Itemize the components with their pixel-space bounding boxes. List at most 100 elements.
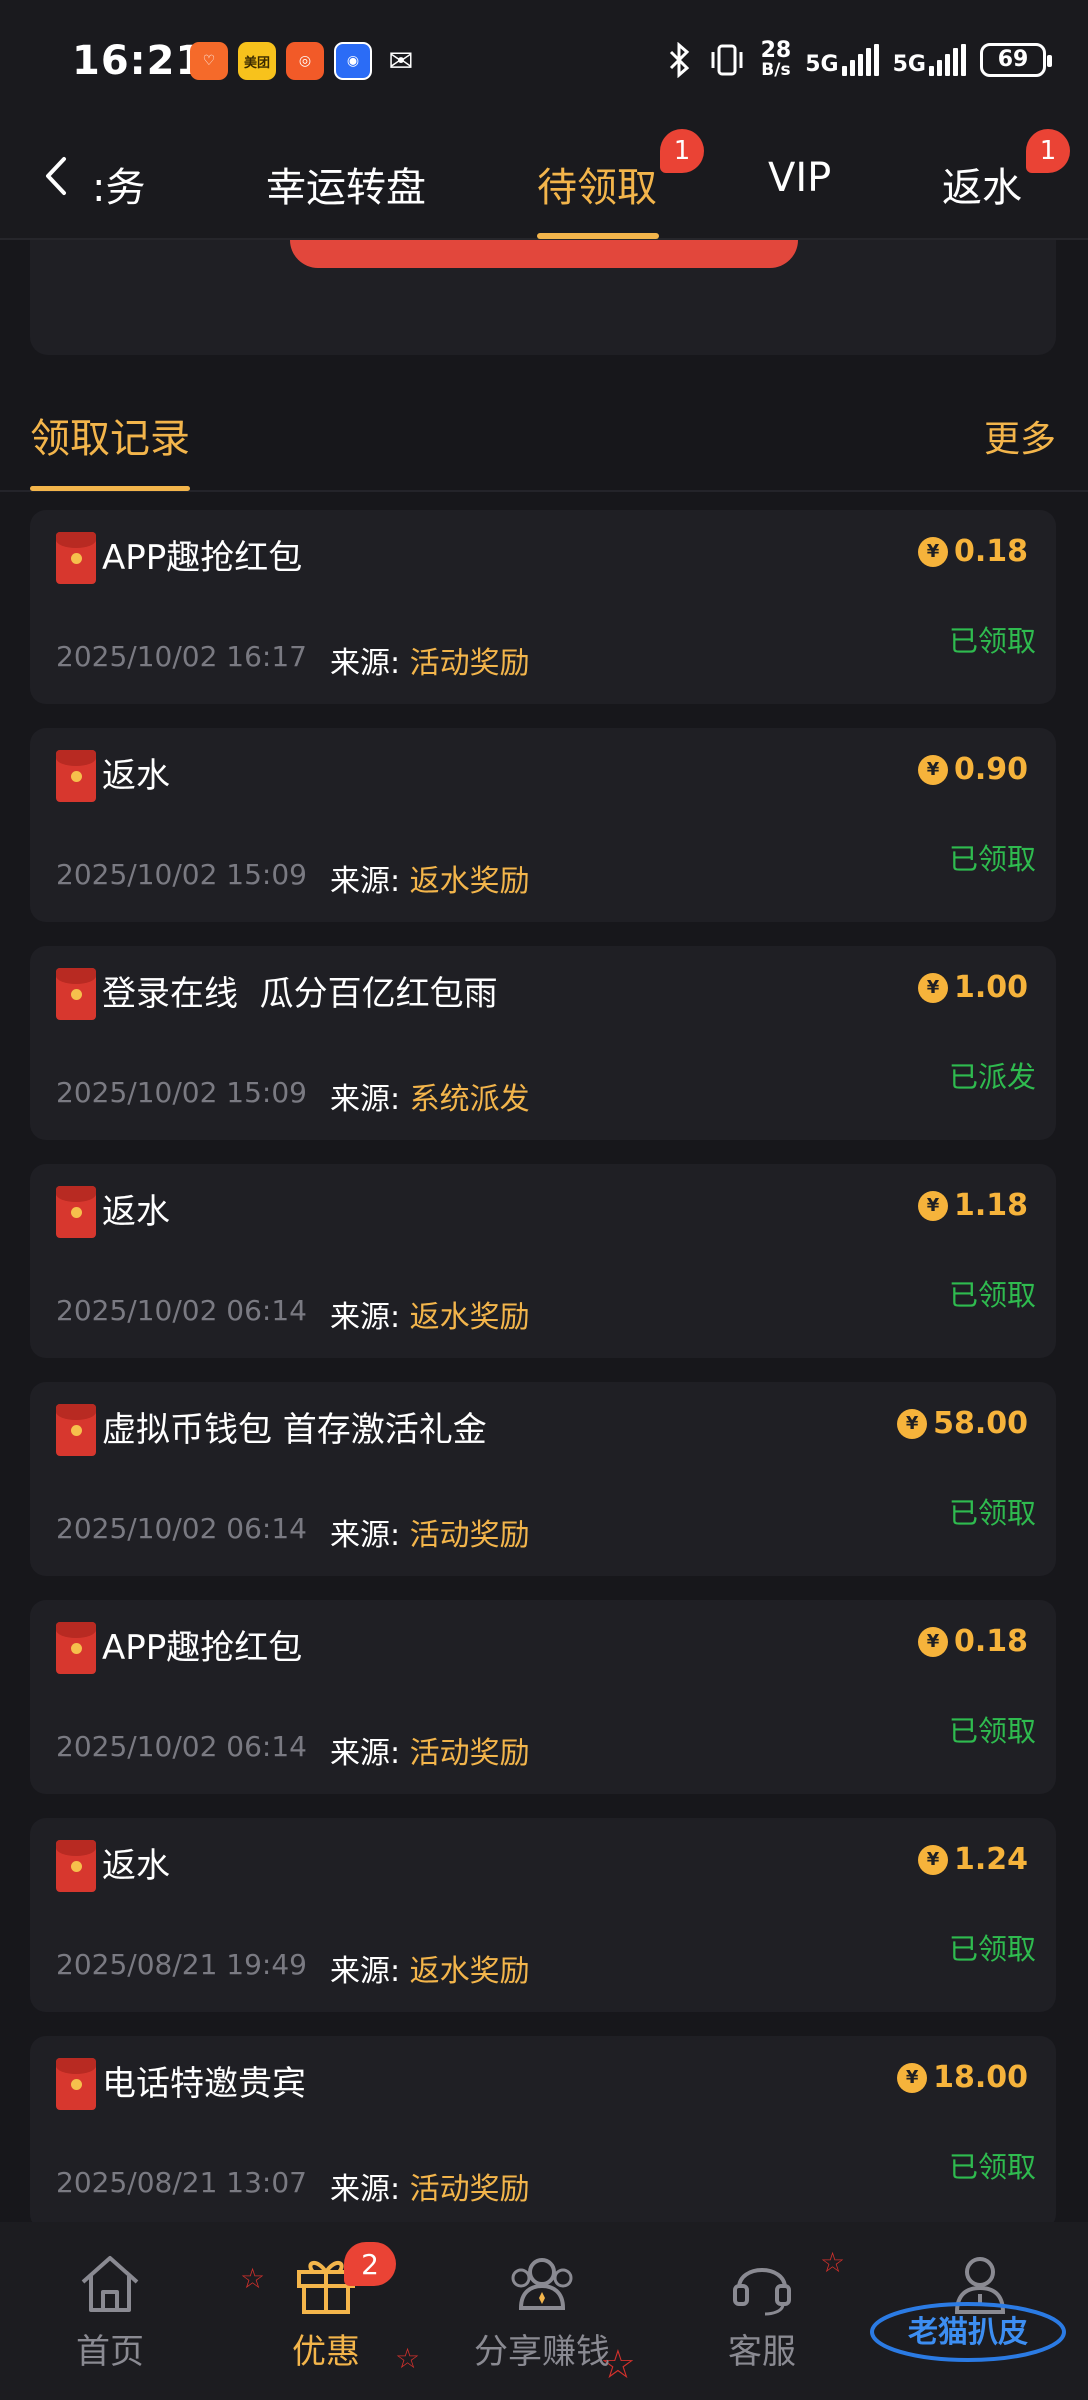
yuan-coin-icon: ¥ (897, 1408, 928, 1439)
yuan-coin-icon: ¥ (917, 1190, 948, 1221)
status-bar: 16:21 ♡ 美团 ◎ ◉ ✉ 28 B/s 5G 5G 69 (0, 0, 1088, 125)
promotions-badge: 2 (344, 2242, 396, 2286)
headset-icon (733, 2268, 791, 2316)
status-time: 16:21 (72, 38, 205, 84)
battery-indicator: 69 (980, 42, 1052, 77)
record-date: 2025/10/02 15:09 (56, 1076, 307, 1109)
nav-promotions[interactable]: 2 优惠 (246, 2242, 406, 2373)
watermark-text: 老猫扒皮 (908, 2315, 1028, 2350)
record-amount: ¥0.18 (917, 534, 1028, 569)
record-title: 虚拟币钱包 首存激活礼金 (102, 1410, 487, 1450)
red-envelope-icon (56, 532, 96, 584)
records-title[interactable]: 领取记录 (30, 406, 190, 464)
record-status: 已领取 (948, 1714, 1036, 1748)
tab-lucky-wheel[interactable]: 幸运转盘 (266, 155, 426, 213)
vibrate-icon (711, 44, 743, 75)
more-link[interactable]: 更多 (984, 410, 1056, 462)
record-amount: ¥0.90 (917, 752, 1028, 787)
records-header: 领取记录 更多 (0, 398, 1088, 492)
record-title: 电话特邀贵宾 (102, 2064, 306, 2104)
tab-tasks[interactable]: :务 (92, 155, 145, 213)
record-source: 来源: 返水奖励 (330, 1954, 530, 1989)
claim-button[interactable] (290, 240, 798, 268)
red-envelope-icon (56, 968, 96, 1020)
kuaishou-icon: ◎ (286, 42, 324, 80)
record-source: 来源: 活动奖励 (330, 1518, 530, 1553)
tab-pending[interactable]: 待领取 (537, 155, 657, 213)
nav-home[interactable]: 首页 (30, 2252, 190, 2373)
record-status: 已领取 (948, 1932, 1036, 1966)
status-indicators: 28 B/s 5G 5G 69 (667, 38, 1052, 80)
active-tab-indicator (537, 233, 659, 239)
red-envelope-icon (56, 1404, 96, 1456)
record-amount: ¥1.24 (917, 1842, 1028, 1877)
notification-app-icons: ♡ 美团 ◎ ◉ ✉ (190, 42, 420, 80)
record-title: 返水 (102, 1846, 170, 1886)
record-amount: ¥1.00 (917, 970, 1028, 1005)
records-list: APP趣抢红包 ¥0.18 已领取 2025/10/02 16:17 来源: 活… (30, 510, 1056, 2254)
record-source: 来源: 活动奖励 (330, 2172, 530, 2207)
record-title: 登录在线 瓜分百亿红包雨 (102, 974, 498, 1014)
record-card[interactable]: 登录在线 瓜分百亿红包雨 ¥1.00 已派发 2025/10/02 15:09 … (30, 946, 1056, 1140)
record-card[interactable]: 电话特邀贵宾 ¥18.00 已领取 2025/08/21 13:07 来源: 活… (30, 2036, 1056, 2230)
record-date: 2025/10/02 06:14 (56, 1512, 307, 1545)
record-card[interactable]: 返水 ¥1.18 已领取 2025/10/02 06:14 来源: 返水奖励 (30, 1164, 1056, 1358)
record-source: 来源: 返水奖励 (330, 864, 530, 899)
record-date: 2025/10/02 15:09 (56, 858, 307, 891)
record-card[interactable]: 返水 ¥0.90 已领取 2025/10/02 15:09 来源: 返水奖励 (30, 728, 1056, 922)
bottom-navigation: ☆ ☆ ☆ ☆ 首页 2 优惠 分享赚钱 客服 老猫扒皮 (0, 2222, 1088, 2400)
tab-pending-badge: 1 (660, 129, 704, 173)
signal-2: 5G (893, 43, 966, 76)
record-date: 2025/10/02 06:14 (56, 1730, 307, 1763)
signal-bars-icon (841, 43, 879, 76)
bluetooth-icon (669, 41, 689, 78)
record-amount: ¥18.00 (897, 2060, 1028, 2095)
yuan-coin-icon: ¥ (917, 754, 948, 785)
share-users-icon (511, 2258, 573, 2310)
record-status: 已派发 (948, 1060, 1036, 1094)
record-title: 返水 (102, 756, 170, 796)
record-source: 来源: 返水奖励 (330, 1300, 530, 1335)
record-amount: ¥1.18 (917, 1188, 1028, 1223)
record-title: APP趣抢红包 (102, 538, 303, 578)
nav-share-earn[interactable]: 分享赚钱 (462, 2252, 622, 2373)
record-title: APP趣抢红包 (102, 1628, 303, 1668)
watermark-logo: 老猫扒皮 (870, 2302, 1066, 2362)
net-speed: 28 B/s (760, 38, 792, 80)
records-title-underline (30, 486, 190, 491)
taobao-icon: ♡ (190, 42, 228, 80)
tab-rebate-badge: 1 (1026, 129, 1070, 173)
record-source: 来源: 活动奖励 (330, 646, 530, 681)
yuan-coin-icon: ¥ (897, 2062, 928, 2093)
tab-vip[interactable]: VIP (768, 155, 831, 201)
record-title: 返水 (102, 1192, 170, 1232)
blue-app-icon: ◉ (334, 42, 372, 80)
record-date: 2025/08/21 19:49 (56, 1948, 307, 1981)
yuan-coin-icon: ¥ (917, 536, 948, 567)
record-status: 已领取 (948, 1496, 1036, 1530)
record-date: 2025/08/21 13:07 (56, 2166, 307, 2199)
wechat-icon: ✉ (388, 43, 414, 79)
record-status: 已领取 (948, 2150, 1036, 2184)
record-date: 2025/10/02 06:14 (56, 1294, 307, 1327)
tab-navigation: :务 幸运转盘 待领取 1 VIP 返水 1 (0, 125, 1088, 240)
yuan-coin-icon: ¥ (917, 972, 948, 1003)
nav-customer-service[interactable]: 客服 (682, 2252, 842, 2373)
home-icon (81, 2256, 139, 2312)
tab-rebate[interactable]: 返水 (942, 155, 1022, 213)
record-card[interactable]: APP趣抢红包 ¥0.18 已领取 2025/10/02 16:17 来源: 活… (30, 510, 1056, 704)
record-status: 已领取 (948, 624, 1036, 658)
record-card[interactable]: APP趣抢红包 ¥0.18 已领取 2025/10/02 06:14 来源: 活… (30, 1600, 1056, 1794)
red-envelope-icon (56, 1622, 96, 1674)
record-amount: ¥58.00 (897, 1406, 1028, 1441)
record-date: 2025/10/02 16:17 (56, 640, 307, 673)
record-status: 已领取 (948, 842, 1036, 876)
back-arrow-icon[interactable] (36, 151, 76, 201)
record-amount: ¥0.18 (917, 1624, 1028, 1659)
record-source: 来源: 系统派发 (330, 1082, 530, 1117)
yuan-coin-icon: ¥ (917, 1626, 948, 1657)
red-envelope-icon (56, 1840, 96, 1892)
record-card[interactable]: 虚拟币钱包 首存激活礼金 ¥58.00 已领取 2025/10/02 06:14… (30, 1382, 1056, 1576)
record-source: 来源: 活动奖励 (330, 1736, 530, 1771)
record-card[interactable]: 返水 ¥1.24 已领取 2025/08/21 19:49 来源: 返水奖励 (30, 1818, 1056, 2012)
